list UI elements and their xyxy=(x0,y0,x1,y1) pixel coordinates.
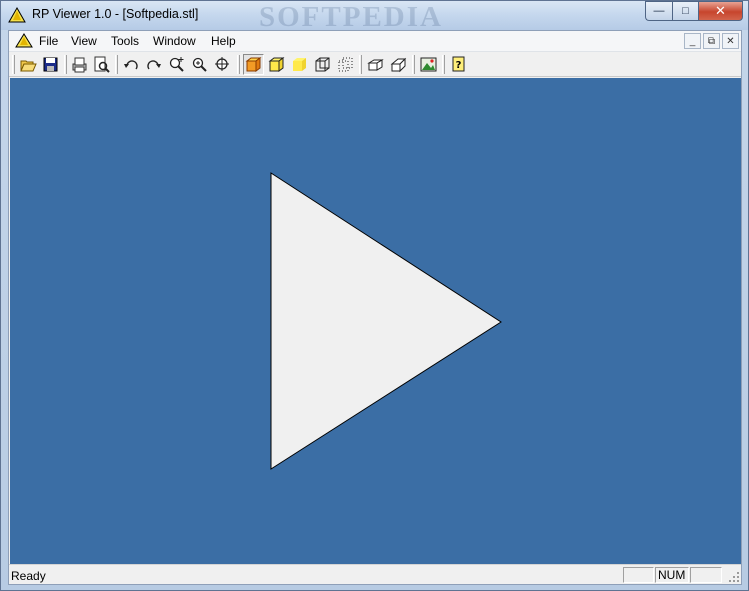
flat-view-icon xyxy=(293,58,306,71)
doc-restore-button[interactable]: ⧉ xyxy=(703,33,720,49)
minimize-icon: _ xyxy=(689,35,696,47)
print-preview-button[interactable] xyxy=(91,54,112,75)
toolbar-grip[interactable] xyxy=(12,55,15,74)
doc-minimize-button[interactable]: _ xyxy=(684,33,701,49)
resize-grip-icon[interactable] xyxy=(728,571,740,583)
close-icon: ✕ xyxy=(726,35,735,47)
menu-window[interactable]: Window xyxy=(153,34,196,48)
zoom-window-icon xyxy=(192,57,207,72)
doc-close-button[interactable]: ✕ xyxy=(722,33,739,49)
app-logo-icon[interactable] xyxy=(8,7,26,24)
toolbar-separator xyxy=(115,55,118,74)
3d-viewport[interactable] xyxy=(10,78,741,564)
maximize-icon: □ xyxy=(682,5,689,17)
toolbar: ? xyxy=(9,52,741,77)
status-pane-scroll xyxy=(690,567,722,583)
print-preview-icon xyxy=(94,56,110,73)
status-pane-num: NUM xyxy=(655,567,689,583)
help-icon: ? xyxy=(452,56,465,72)
points-view-button[interactable] xyxy=(335,54,356,75)
title-bar[interactable]: RP Viewer 1.0 - [Softpedia.stl] SOFTPEDI… xyxy=(1,1,748,33)
shaded-edges-button[interactable] xyxy=(266,54,287,75)
toolbar-separator xyxy=(237,55,240,74)
model-render xyxy=(10,78,741,564)
export-image-button[interactable] xyxy=(418,54,439,75)
toolbar-separator xyxy=(64,55,67,74)
save-icon xyxy=(43,57,58,72)
perspective-view-button[interactable] xyxy=(388,54,409,75)
status-pane-caps xyxy=(623,567,654,583)
shaded-view-icon xyxy=(245,57,262,72)
zoom-window-button[interactable] xyxy=(189,54,210,75)
restore-icon: ⧉ xyxy=(707,35,716,47)
shaded-view-button[interactable] xyxy=(243,54,264,75)
client-area: File View Tools Window Help _ ⧉ ✕ ? Read… xyxy=(8,30,742,585)
rotate-left-icon xyxy=(124,60,138,70)
zoom-in-button[interactable] xyxy=(166,54,187,75)
rotate-right-icon xyxy=(147,60,161,70)
iso-view-icon xyxy=(367,59,384,71)
maximize-button[interactable]: □ xyxy=(672,1,698,21)
toolbar-separator xyxy=(412,55,415,74)
zoom-fit-icon xyxy=(215,57,229,71)
print-icon xyxy=(72,57,87,73)
svg-text:?: ? xyxy=(456,60,462,71)
shaded-edges-icon xyxy=(268,57,285,72)
wireframe-icon xyxy=(315,57,330,72)
save-button[interactable] xyxy=(40,54,61,75)
toolbar-separator xyxy=(359,55,362,74)
zoom-fit-button[interactable] xyxy=(212,54,233,75)
rotate-right-button[interactable] xyxy=(143,54,164,75)
menu-tools[interactable]: Tools xyxy=(111,34,139,48)
perspective-view-icon xyxy=(390,57,407,73)
rotate-left-button[interactable] xyxy=(121,54,142,75)
status-message: Ready xyxy=(11,569,46,583)
open-button[interactable] xyxy=(18,54,39,75)
zoom-in-icon xyxy=(169,57,184,72)
print-button[interactable] xyxy=(69,54,90,75)
document-icon[interactable] xyxy=(15,33,33,49)
window-title: RP Viewer 1.0 - [Softpedia.stl] xyxy=(32,7,199,21)
minimize-icon: — xyxy=(653,5,665,17)
open-icon xyxy=(20,60,37,72)
iso-view-button[interactable] xyxy=(365,54,386,75)
menu-bar: File View Tools Window Help _ ⧉ ✕ xyxy=(9,31,741,52)
export-image-icon xyxy=(420,57,437,72)
help-button[interactable]: ? xyxy=(448,54,469,75)
flat-view-button[interactable] xyxy=(289,54,310,75)
wireframe-button[interactable] xyxy=(312,54,333,75)
points-view-icon xyxy=(338,57,353,72)
menu-view[interactable]: View xyxy=(71,34,97,48)
menu-file[interactable]: File xyxy=(39,34,58,48)
toolbar-separator xyxy=(442,55,445,74)
menu-help[interactable]: Help xyxy=(211,34,236,48)
close-icon: ✕ xyxy=(715,3,726,18)
app-window: RP Viewer 1.0 - [Softpedia.stl] SOFTPEDI… xyxy=(0,0,749,591)
minimize-button[interactable]: — xyxy=(645,1,672,21)
status-bar: Ready NUM xyxy=(9,564,741,584)
close-button[interactable]: ✕ xyxy=(698,1,743,21)
